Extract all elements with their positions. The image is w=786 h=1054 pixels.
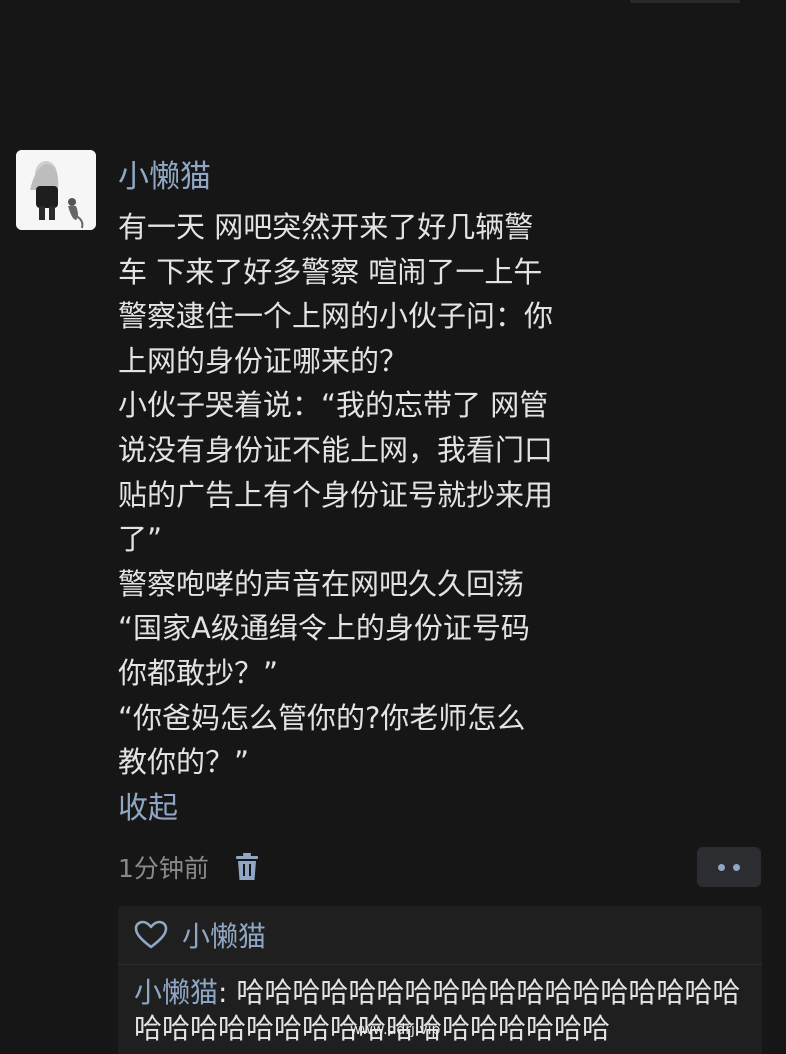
post-meta: 1分钟前 (118, 845, 259, 889)
heart-icon[interactable] (134, 920, 168, 950)
top-bar-edge (630, 0, 740, 3)
post-time: 1分钟前 (118, 854, 209, 883)
content-line: 车 下来了好多警察 喧闹了一上午 (118, 254, 543, 289)
trash-icon[interactable] (235, 853, 259, 881)
content-line: “你爸妈怎么管你的?你老师怎么 (118, 700, 526, 735)
liked-by-user[interactable]: 小懒猫 (182, 915, 266, 955)
watermark: www.ddrj.vip (350, 1022, 441, 1038)
avatar-image (16, 150, 96, 230)
content-line: 贴的广告上有个身份证号就抄来用 (118, 477, 554, 512)
reply-author[interactable]: 小懒猫 (134, 976, 218, 1009)
content-line: 你都敢抄？” (118, 655, 279, 690)
content-line: 了” (118, 522, 163, 557)
post-content: 有一天 网吧突然开来了好几辆警 车 下来了好多警察 喧闹了一上午 警察逮住一个上… (118, 205, 658, 785)
content-line: 警察咆哮的声音在网吧久久回荡 (118, 566, 525, 601)
more-button[interactable] (697, 847, 761, 887)
post-author[interactable]: 小懒猫 (118, 152, 211, 202)
content-line: 小伙子哭着说：“我的忘带了 网管 (118, 388, 549, 423)
content-line: 警察逮住一个上网的小伙子问：你 (118, 299, 554, 334)
more-dots-icon (718, 863, 725, 871)
collapse-link[interactable]: 收起 (118, 785, 178, 833)
reply-separator: : (218, 976, 237, 1009)
content-line: 上网的身份证哪来的？ (118, 343, 409, 378)
content-line: 教你的？” (118, 745, 250, 780)
avatar[interactable] (16, 150, 96, 230)
content-line: 有一天 网吧突然开来了好几辆警 (118, 210, 534, 244)
more-dots-icon (733, 863, 740, 871)
content-line: 说没有身份证不能上网，我看门口 (118, 432, 554, 467)
like-row: 小懒猫 (118, 906, 762, 965)
content-line: “国家A级通缉令上的身份证号码 (118, 611, 530, 646)
